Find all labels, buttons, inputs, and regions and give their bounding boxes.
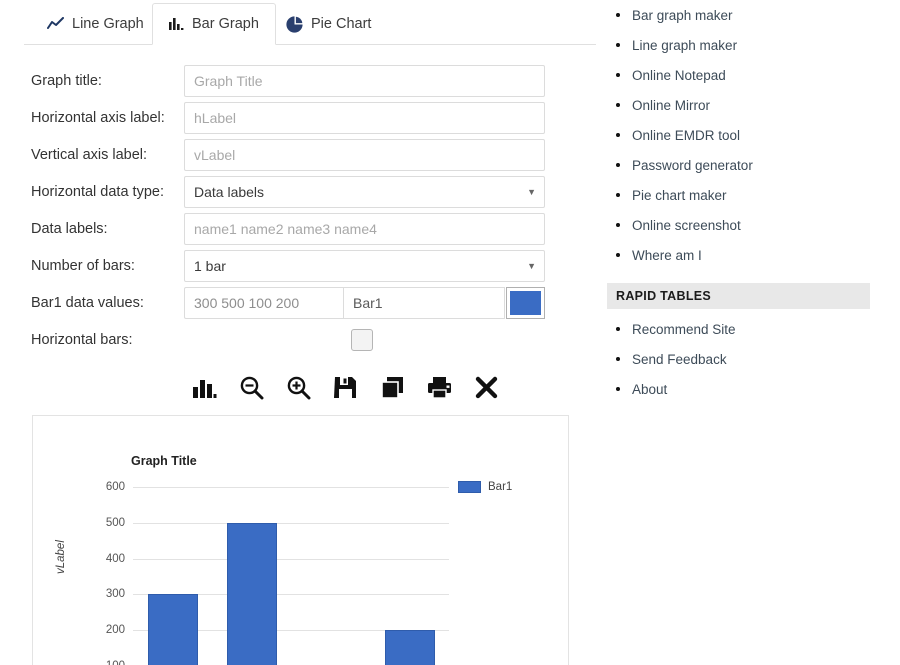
gridline	[133, 487, 449, 488]
vertical-axis-label-placeholder: vLabel	[194, 146, 236, 163]
y-tick-label: 200	[105, 624, 125, 637]
y-tick-label: 300	[105, 588, 125, 601]
number-of-bars-select[interactable]: 1 bar ▼	[184, 249, 545, 282]
bar1-values-input[interactable]: 300 500 100 200	[184, 286, 343, 319]
vertical-axis-label-input[interactable]: vLabel	[184, 138, 545, 171]
tab-line-graph[interactable]: Line Graph	[30, 3, 161, 45]
graph-title-label: Graph title:	[31, 72, 102, 89]
page-root: Line Graph Bar Graph Pie Chart Graph tit…	[0, 0, 900, 665]
bar1-name-input[interactable]: Bar1	[343, 286, 505, 319]
sidebar-link[interactable]: Online Mirror	[600, 90, 900, 120]
close-icon	[475, 376, 498, 404]
zoom-in-icon	[286, 375, 311, 405]
copy-icon	[380, 376, 404, 404]
tab-line-graph-label: Line Graph	[72, 16, 144, 32]
bar1-values-placeholder: 300 500 100 200	[194, 294, 300, 311]
line-chart-icon	[47, 17, 64, 31]
close-button[interactable]	[466, 370, 506, 410]
y-tick-label: 500	[105, 516, 125, 529]
y-tick-label: 100	[89, 660, 125, 665]
chart-legend: Bar1	[458, 481, 512, 493]
y-tick-label: 400	[105, 552, 125, 565]
zoom-out-icon	[239, 375, 264, 405]
form-row-horizontal-bars: Horizontal bars:	[0, 321, 596, 358]
number-of-bars-label: Number of bars:	[31, 257, 135, 274]
sidebar-link[interactable]: Pie chart maker	[600, 180, 900, 210]
data-labels-label: Data labels:	[31, 220, 108, 237]
right-sidebar: Bar graph maker Line graph maker Online No…	[600, 0, 900, 397]
vertical-axis-label-label: Vertical axis label:	[31, 146, 148, 163]
zoom-in-button[interactable]	[278, 370, 318, 410]
data-labels-placeholder: name1 name2 name3 name4	[194, 220, 377, 237]
form-row-horizontal-axis-label: Horizontal axis label: hLabel	[0, 99, 596, 136]
sidebar-link[interactable]: Send Feedback	[600, 344, 736, 374]
gridline	[133, 558, 449, 560]
tab-bar: Line Graph Bar Graph Pie Chart	[0, 0, 596, 45]
chart-toolbar	[184, 368, 506, 412]
tab-bar-graph[interactable]: Bar Graph	[152, 3, 276, 45]
legend-swatch	[458, 481, 481, 493]
chart-bar	[148, 594, 198, 665]
bar1-color-swatch[interactable]	[506, 286, 545, 319]
print-button[interactable]	[419, 370, 459, 410]
chevron-down-icon: ▼	[527, 260, 536, 271]
save-button[interactable]	[325, 370, 365, 410]
draw-chart-button[interactable]	[184, 370, 224, 410]
sidebar-site-links: Recommend Site Send Feedback About	[600, 314, 736, 404]
horizontal-data-type-label: Horizontal data type:	[31, 183, 164, 200]
sidebar-link[interactable]: About	[600, 374, 736, 404]
horizontal-data-type-select[interactable]: Data labels ▼	[184, 175, 545, 208]
legend-label: Bar1	[488, 481, 513, 493]
tab-pie-chart[interactable]: Pie Chart	[269, 3, 388, 45]
bar-chart-icon	[192, 376, 217, 405]
number-of-bars-value: 1 bar	[194, 257, 226, 274]
sidebar-link[interactable]: Line graph maker	[600, 30, 900, 60]
zoom-out-button[interactable]	[231, 370, 271, 410]
tab-pie-chart-label: Pie Chart	[311, 16, 372, 32]
form-row-bar1-data-values: Bar1 data values: 300 500 100 200 Bar1	[0, 284, 596, 321]
chart-title: Graph Title	[131, 454, 197, 468]
horizontal-axis-label-placeholder: hLabel	[194, 109, 237, 126]
bar1-data-values-label: Bar1 data values:	[31, 294, 144, 311]
chart-preview-panel[interactable]: Graph Title vLabel 600 500 400 300 200 100 Ba…	[32, 415, 569, 665]
sidebar-tool-links: Bar graph maker Line graph maker Online No…	[600, 0, 900, 270]
form-row-data-labels: Data labels: name1 name2 name3 name4	[0, 210, 596, 247]
horizontal-data-type-value: Data labels	[194, 183, 265, 200]
copy-button[interactable]	[372, 370, 412, 410]
form-row-horizontal-data-type: Horizontal data type: Data labels ▼	[0, 173, 596, 210]
horizontal-bars-checkbox[interactable]	[351, 328, 373, 351]
horizontal-bars-label: Horizontal bars:	[31, 331, 133, 348]
form-row-vertical-axis-label: Vertical axis label: vLabel	[0, 136, 596, 173]
graph-title-placeholder: Graph Title	[194, 72, 263, 89]
form-row-number-of-bars: Number of bars: 1 bar ▼	[0, 247, 596, 284]
pie-chart-icon	[286, 15, 303, 33]
chart-y-axis-label: vLabel	[55, 540, 67, 574]
bar-chart-icon	[169, 17, 184, 31]
data-labels-input[interactable]: name1 name2 name3 name4	[184, 212, 545, 245]
gridline	[133, 522, 449, 524]
bar1-name-value: Bar1	[353, 294, 383, 311]
chart-bar	[227, 522, 277, 665]
graph-settings-form: Graph title: Graph Title Horizontal axis…	[0, 62, 596, 358]
save-icon	[333, 376, 357, 404]
y-tick-label: 600	[105, 481, 125, 493]
chart-bar	[385, 630, 435, 665]
horizontal-axis-label-label: Horizontal axis label:	[31, 109, 165, 126]
sidebar-link[interactable]: Online EMDR tool	[600, 120, 900, 150]
horizontal-axis-label-input[interactable]: hLabel	[184, 101, 545, 134]
tab-bar-graph-label: Bar Graph	[192, 16, 259, 32]
chevron-down-icon: ▼	[527, 186, 536, 197]
form-row-graph-title: Graph title: Graph Title	[0, 62, 596, 99]
print-icon	[427, 376, 452, 404]
sidebar-link[interactable]: Where am I	[600, 240, 900, 270]
sidebar-link[interactable]: Recommend Site	[600, 314, 736, 344]
sidebar-section-header: RAPID TABLES	[607, 283, 870, 309]
sidebar-link[interactable]: Online Notepad	[600, 60, 900, 90]
sidebar-link[interactable]: Bar graph maker	[600, 0, 900, 30]
sidebar-link[interactable]: Password generator	[600, 150, 900, 180]
bar1-color-fill	[510, 290, 541, 315]
sidebar-link[interactable]: Online screenshot	[600, 210, 900, 240]
graph-title-input[interactable]: Graph Title	[184, 64, 545, 97]
